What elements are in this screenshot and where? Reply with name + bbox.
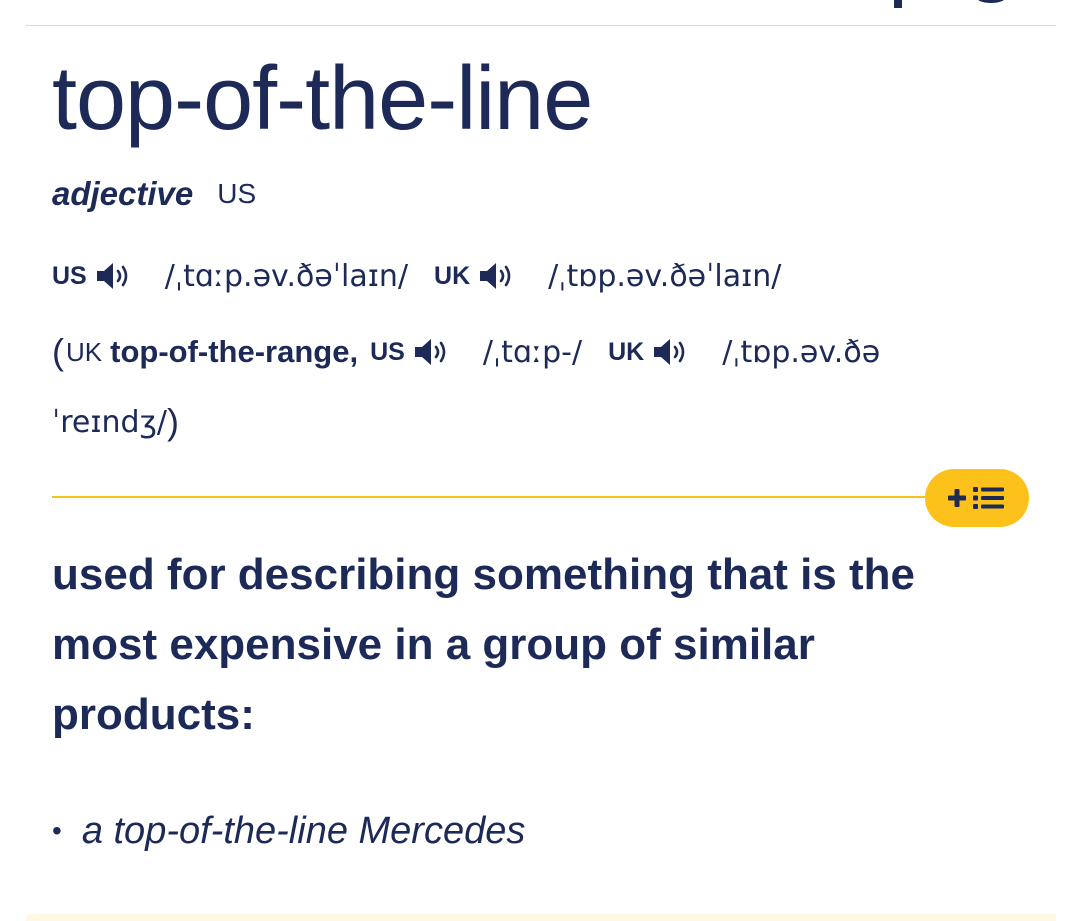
variant-us-ipa: /ˌtɑːp-/ [482, 334, 583, 370]
usage-region-label: US [217, 178, 257, 209]
uk-label: UK [608, 337, 645, 366]
uk-ipa: /ˌtɒp.əv.ðəˈlaɪn/ [548, 258, 782, 294]
variant-word: top-of-the-range, [110, 334, 359, 369]
close-paren: ) [167, 401, 180, 442]
speaker-icon[interactable] [413, 336, 453, 368]
variant-region: UK [66, 336, 103, 367]
variant-uk-ipa-part1: /ˌtɒp.əv.ðə [722, 334, 881, 370]
part-of-speech: adjective [52, 175, 194, 212]
header-cut-off-icons [894, 0, 1004, 8]
add-to-word-list-icon [948, 487, 1004, 509]
example-bullet: • [52, 815, 62, 846]
us-ipa: /ˌtɑːp.əv.ðəˈlaɪn/ [164, 258, 409, 294]
speaker-icon[interactable] [478, 260, 518, 292]
us-label: US [52, 261, 87, 290]
headword: top-of-the-line [52, 49, 593, 149]
add-to-word-list-button[interactable] [925, 469, 1029, 527]
pronunciation-line: US /ˌtɑːp.əv.ðəˈlaɪn/ UK /ˌtɒp.əv.ðəˈlaɪ… [52, 252, 781, 300]
sense-divider [52, 496, 932, 498]
speaker-icon[interactable] [652, 336, 692, 368]
speaker-icon[interactable] [95, 260, 135, 292]
example-text: a top-of-the-line Mercedes [81, 809, 526, 852]
variant-uk-ipa-part2: ˈreɪndʒ/ [52, 404, 168, 440]
example-sentence: • a top-of-the-line Mercedes [52, 806, 525, 856]
variant-line-continued: ˈreɪndʒ/ ) [52, 400, 179, 444]
us-label: US [370, 337, 405, 366]
next-section-band [26, 914, 1056, 921]
uk-label: UK [434, 261, 471, 290]
grammar-line: adjective US [52, 174, 256, 214]
open-paren: ( [52, 331, 64, 372]
variant-line: ( UK top-of-the-range, US /ˌtɑːp-/ UK /ˌ… [52, 328, 880, 376]
definition-text: used for describing something that is th… [52, 550, 915, 739]
header-divider [26, 25, 1056, 26]
